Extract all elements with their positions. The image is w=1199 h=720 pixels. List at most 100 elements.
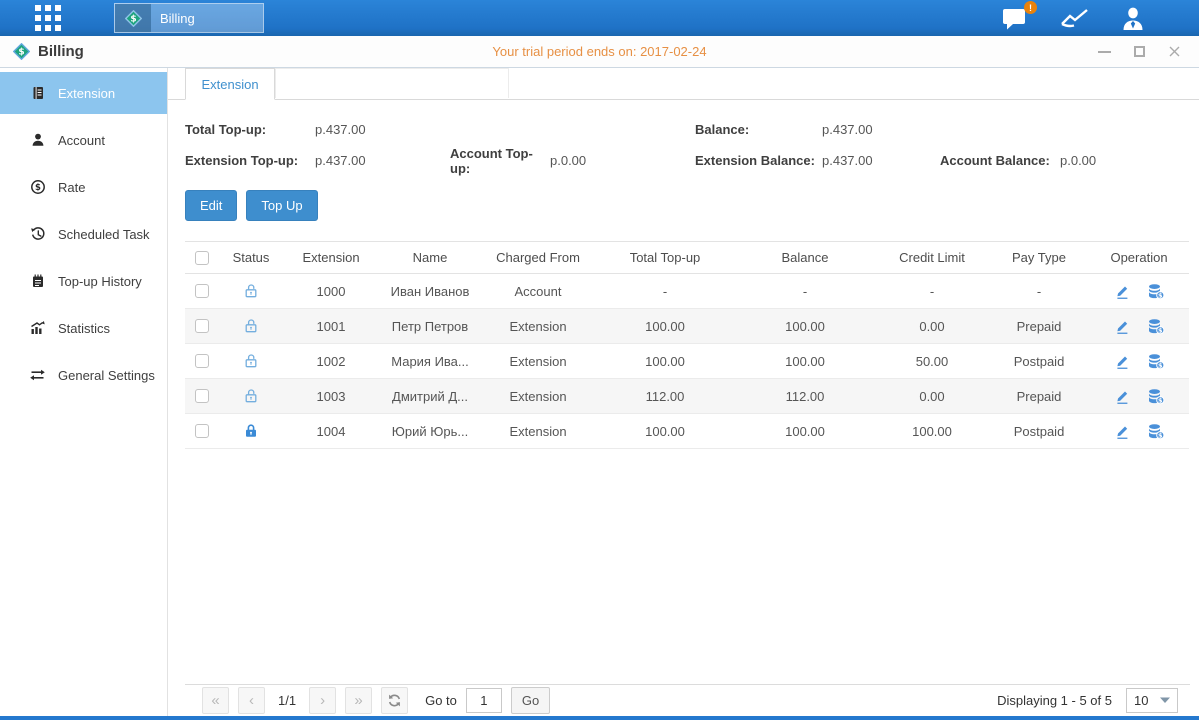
ledger-icon (29, 85, 46, 101)
notifications-chat-icon[interactable]: ! (1001, 5, 1031, 31)
cell-pay-type: Prepaid (989, 389, 1089, 404)
last-page-icon[interactable]: » (345, 687, 372, 714)
total-topup-value: p.437.00 (315, 122, 366, 137)
edit-pencil-icon[interactable] (1114, 353, 1131, 370)
status-cell (219, 283, 283, 299)
topup-coins-icon[interactable]: $ (1147, 388, 1165, 405)
apps-grid-icon[interactable] (34, 5, 62, 31)
tab-extension[interactable]: Extension (185, 68, 275, 100)
resource-monitor-chart-icon[interactable] (1059, 5, 1091, 31)
page-size-value: 10 (1134, 693, 1148, 708)
row-checkbox[interactable] (195, 319, 209, 333)
operation-cell: $ (1089, 423, 1189, 440)
minimize-icon[interactable] (1097, 45, 1111, 59)
taskbar-tab-billing[interactable]: $ Billing (114, 3, 264, 33)
user-account-icon[interactable] (1119, 5, 1147, 32)
svg-text:$: $ (1158, 326, 1163, 334)
displaying-status: Displaying 1 - 5 of 5 (997, 693, 1112, 708)
cell-extension: 1004 (283, 424, 379, 439)
account-balance-value: p.0.00 (1060, 153, 1096, 168)
row-checkbox[interactable] (195, 284, 209, 298)
edit-pencil-icon[interactable] (1114, 423, 1131, 440)
billing-diamond-icon: $ (13, 43, 30, 60)
topup-coins-icon[interactable]: $ (1147, 353, 1165, 370)
edit-pencil-icon[interactable] (1114, 283, 1131, 300)
extension-table: StatusExtensionNameCharged FromTotal Top… (185, 241, 1189, 449)
taskbar-tab-label: Billing (151, 4, 195, 32)
sidebar-item-rate[interactable]: $Rate (0, 166, 167, 208)
row-checkbox-cell (185, 424, 219, 438)
cell-credit-limit: 100.00 (875, 424, 989, 439)
billing-diamond-icon: $ (115, 4, 151, 32)
cell-extension: 1000 (283, 284, 379, 299)
cell-pay-type: - (989, 284, 1089, 299)
row-checkbox[interactable] (195, 389, 209, 403)
person-icon (29, 132, 46, 148)
column-header-extension: Extension (283, 250, 379, 265)
row-checkbox[interactable] (195, 354, 209, 368)
lock-open-icon (243, 353, 259, 369)
maximize-icon[interactable] (1132, 45, 1146, 59)
cell-total-topup: 112.00 (595, 389, 735, 404)
close-icon[interactable] (1167, 45, 1181, 59)
edit-pencil-icon[interactable] (1114, 318, 1131, 335)
extension-topup-label: Extension Top-up: (185, 153, 315, 168)
cell-balance: 100.00 (735, 354, 875, 369)
cell-balance: 112.00 (735, 389, 875, 404)
trial-notice: Your trial period ends on: 2017-02-24 (0, 44, 1199, 59)
cell-name: Юрий Юрь... (379, 424, 481, 439)
svg-text:$: $ (1158, 396, 1163, 404)
taskbar: $ Billing ! (0, 0, 1199, 36)
cell-charged-from: Extension (481, 424, 595, 439)
topup-coins-icon[interactable]: $ (1147, 318, 1165, 335)
topup-coins-icon[interactable]: $ (1147, 423, 1165, 440)
table-row: 1004Юрий Юрь...Extension100.00100.00100.… (185, 414, 1189, 449)
sidebar-item-account[interactable]: Account (0, 119, 167, 161)
prev-page-icon[interactable]: ‹ (238, 687, 265, 714)
table-body: 1000Иван ИвановAccount----$1001Петр Петр… (185, 274, 1189, 449)
cell-extension: 1001 (283, 319, 379, 334)
cell-credit-limit: 0.00 (875, 389, 989, 404)
edit-button[interactable]: Edit (185, 190, 237, 221)
sliders-icon (29, 367, 46, 383)
next-page-icon[interactable]: › (309, 687, 336, 714)
sidebar-item-label: Scheduled Task (58, 227, 150, 242)
sidebar-item-top-up-history[interactable]: Top-up History (0, 260, 167, 302)
cell-pay-type: Prepaid (989, 319, 1089, 334)
row-checkbox-cell (185, 354, 219, 368)
column-header-operation: Operation (1089, 250, 1189, 265)
cell-charged-from: Account (481, 284, 595, 299)
row-checkbox-cell (185, 319, 219, 333)
page-title: Billing (38, 43, 84, 60)
page-size-select[interactable]: 10 (1126, 688, 1178, 713)
lock-open-icon (243, 318, 259, 334)
goto-page-input[interactable] (466, 688, 502, 713)
sidebar-item-general-settings[interactable]: General Settings (0, 354, 167, 396)
cell-extension: 1003 (283, 389, 379, 404)
go-button[interactable]: Go (511, 687, 550, 714)
edit-pencil-icon[interactable] (1114, 388, 1131, 405)
notepad-icon (29, 273, 46, 289)
sidebar-item-scheduled-task[interactable]: Scheduled Task (0, 213, 167, 255)
dollar-circle-icon: $ (29, 179, 46, 195)
pagination-bar: « ‹ 1/1 › » Go to Go Displaying 1 - 5 of… (185, 684, 1190, 716)
top-up-button[interactable]: Top Up (246, 190, 317, 221)
refresh-icon[interactable] (381, 687, 408, 714)
account-topup-label: Account Top-up: (450, 146, 550, 176)
row-checkbox[interactable] (195, 424, 209, 438)
table-row: 1002Мария Ива...Extension100.00100.0050.… (185, 344, 1189, 379)
cell-name: Петр Петров (379, 319, 481, 334)
cell-credit-limit: 0.00 (875, 319, 989, 334)
column-header-name: Name (379, 250, 481, 265)
operation-cell: $ (1089, 283, 1189, 300)
select-all-checkbox[interactable] (195, 251, 209, 265)
cell-balance: 100.00 (735, 319, 875, 334)
svg-text:$: $ (130, 14, 136, 24)
sidebar-item-label: Account (58, 133, 105, 148)
sidebar-item-statistics[interactable]: Statistics (0, 307, 167, 349)
topup-coins-icon[interactable]: $ (1147, 283, 1165, 300)
sidebar-item-extension[interactable]: Extension (0, 72, 167, 114)
cell-extension: 1002 (283, 354, 379, 369)
operation-cell: $ (1089, 353, 1189, 370)
first-page-icon[interactable]: « (202, 687, 229, 714)
